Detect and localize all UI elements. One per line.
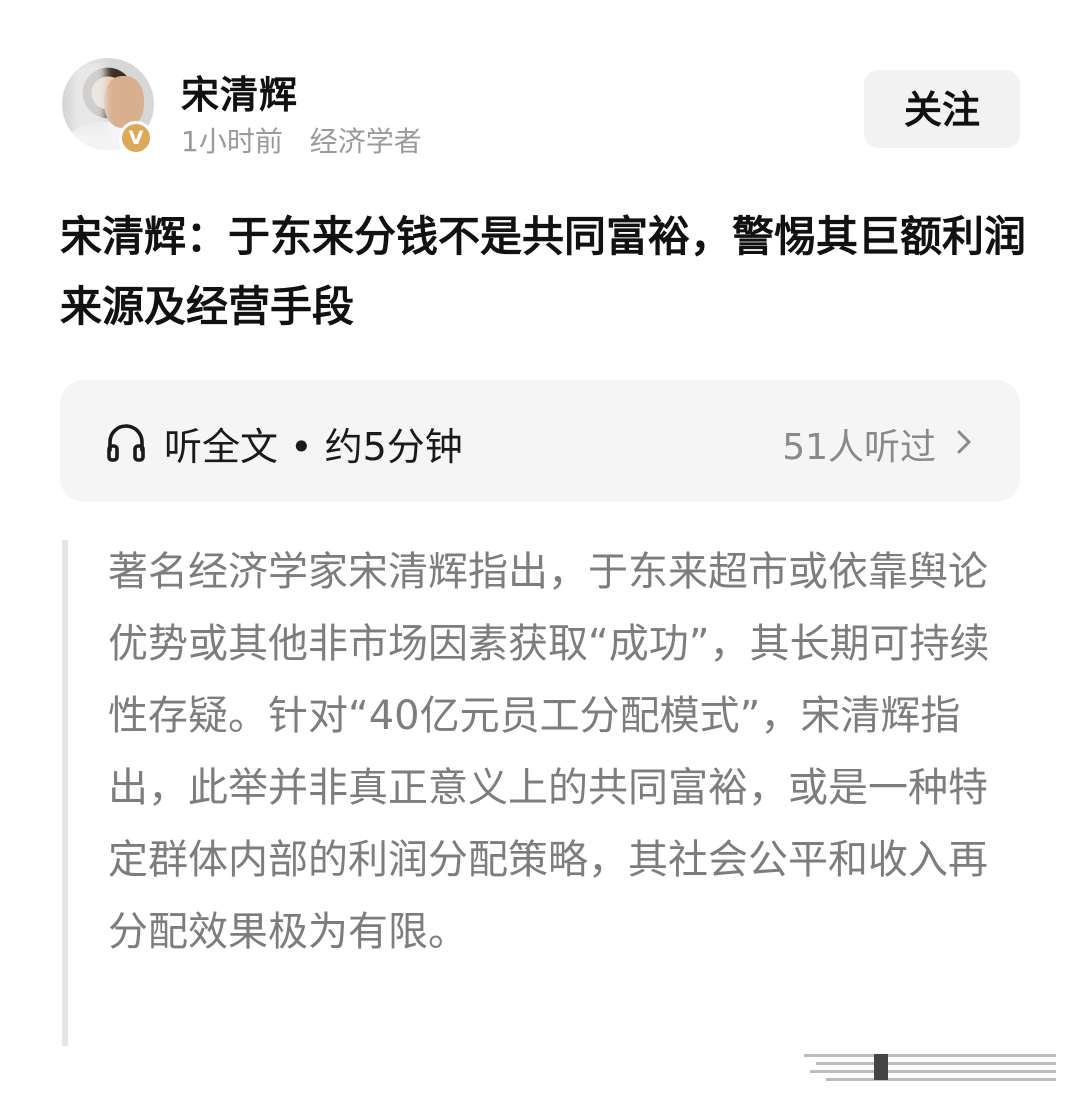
- watermark-stripe: [826, 1078, 1056, 1081]
- listen-count: 51人听过: [782, 427, 936, 468]
- watermark-stripe: [816, 1062, 1056, 1065]
- verified-badge-icon: V: [119, 121, 153, 155]
- watermark-stripe: [810, 1070, 1056, 1073]
- chevron-right-icon: [957, 430, 971, 454]
- watermark-stripe: [804, 1054, 1056, 1057]
- watermark-mark: [874, 1054, 888, 1080]
- author-tagline: 经济学者: [309, 125, 422, 158]
- post-time: 1小时前: [181, 125, 283, 158]
- avatar-blur-mark: [72, 62, 106, 132]
- watermark: [804, 1052, 1056, 1082]
- quote-bar: [62, 540, 68, 1046]
- author-meta: 1小时前 经济学者: [181, 120, 440, 160]
- author-name[interactable]: 宋清辉: [181, 64, 298, 119]
- post-header: V 宋清辉 1小时前 经济学者 关注: [0, 0, 1080, 170]
- article-summary: 著名经济学家宋清辉指出，于东来超市或依靠舆论优势或其他非市场因素获取“成功”，其…: [108, 549, 990, 955]
- article-summary-quote: 著名经济学家宋清辉指出，于东来超市或依靠舆论优势或其他非市场因素获取“成功”，其…: [62, 540, 1030, 1048]
- listen-label: 听全文 • 约5分钟: [164, 425, 463, 469]
- follow-button[interactable]: 关注: [864, 70, 1020, 148]
- listen-full-text-bar[interactable]: 听全文 • 约5分钟 51人听过: [60, 380, 1020, 502]
- headphone-icon: [107, 424, 145, 462]
- article-title: 宋清辉：于东来分钱不是共同富裕，警惕其巨额利润来源及经营手段: [60, 212, 1027, 331]
